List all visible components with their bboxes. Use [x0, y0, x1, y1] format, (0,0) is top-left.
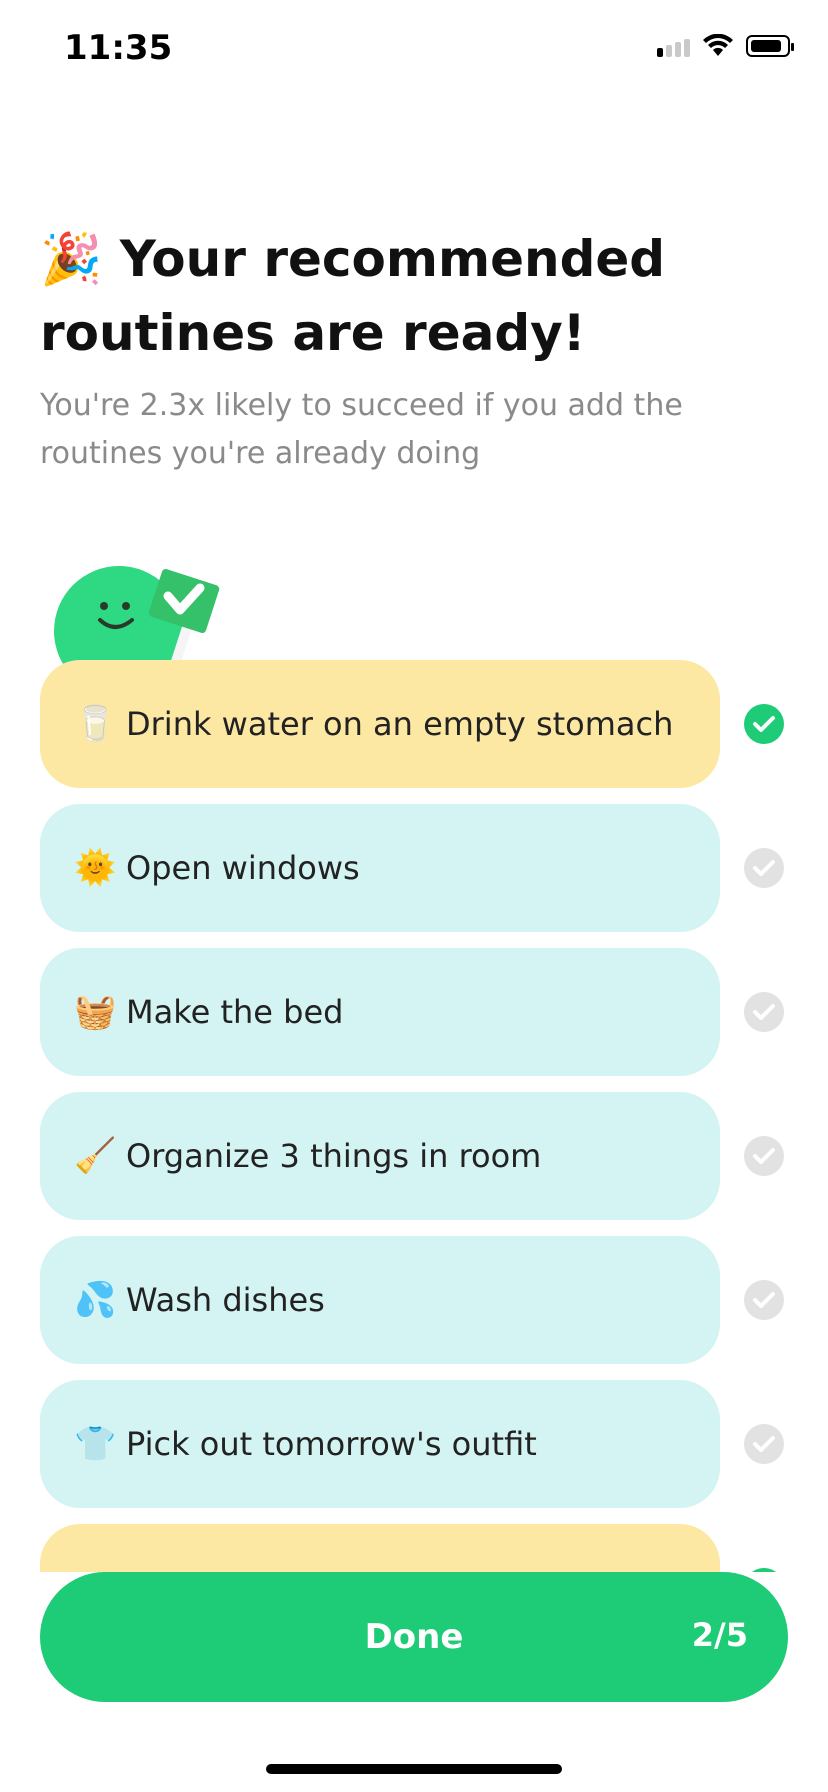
page-subtitle: You're 2.3x likely to succeed if you add…	[40, 388, 683, 471]
check-icon[interactable]	[744, 704, 784, 744]
routine-label: Make the bed	[126, 993, 344, 1031]
routine-row[interactable]: 🧹 Organize 3 things in room	[40, 1092, 828, 1220]
routine-row[interactable]	[40, 1524, 828, 1572]
page-title: 🎉 Your recommended routines are ready!	[40, 222, 760, 370]
check-icon[interactable]	[744, 1424, 784, 1464]
routine-label: Wash dishes	[126, 1281, 325, 1319]
routine-emoji-icon: 👕	[74, 1424, 117, 1464]
done-button[interactable]: Done 2/5	[40, 1572, 788, 1702]
routine-label: Pick out tomorrow's outfit	[126, 1425, 537, 1463]
routine-row[interactable]: 🧺 Make the bed	[40, 948, 828, 1076]
check-icon[interactable]	[744, 992, 784, 1032]
routine-card[interactable]: 🥛 Drink water on an empty stomach	[40, 660, 720, 788]
check-icon[interactable]	[744, 1280, 784, 1320]
routine-label: Open windows	[126, 849, 360, 887]
smiley-mascot-icon	[54, 566, 220, 676]
done-label: Done	[364, 1617, 464, 1657]
check-icon[interactable]	[744, 1136, 784, 1176]
routine-label: Organize 3 things in room	[126, 1137, 542, 1175]
title-text: Your recommended routines are ready!	[40, 230, 666, 362]
routine-label: Drink water on an empty stomach	[126, 705, 674, 743]
battery-icon	[746, 35, 794, 57]
done-progress: 2/5	[691, 1616, 748, 1654]
routine-emoji-icon: 🧺	[74, 992, 117, 1032]
routine-card[interactable]: 👕 Pick out tomorrow's outfit	[40, 1380, 720, 1508]
routine-row[interactable]: 💦 Wash dishes	[40, 1236, 828, 1364]
status-bar: 11:35	[0, 0, 828, 100]
check-icon[interactable]	[744, 1568, 784, 1572]
routine-emoji-icon: 🌞	[74, 848, 117, 888]
routine-row[interactable]: 🌞 Open windows	[40, 804, 828, 932]
check-icon[interactable]	[744, 848, 784, 888]
home-indicator	[266, 1764, 562, 1774]
routine-card[interactable]: 🌞 Open windows	[40, 804, 720, 932]
wifi-icon	[703, 34, 733, 56]
status-time: 11:35	[64, 28, 173, 68]
routine-row[interactable]: 👕 Pick out tomorrow's outfit	[40, 1380, 828, 1508]
status-icons	[657, 34, 794, 58]
routine-card[interactable]: 💦 Wash dishes	[40, 1236, 720, 1364]
routine-card[interactable]	[40, 1524, 720, 1572]
cellular-signal-icon	[657, 35, 690, 57]
routine-emoji-icon: 💦	[74, 1280, 117, 1320]
party-popper-icon: 🎉	[40, 230, 103, 288]
routine-card[interactable]: 🧺 Make the bed	[40, 948, 720, 1076]
routine-list-viewport[interactable]: 🥛 Drink water on an empty stomach 🌞 Open wi…	[0, 660, 828, 1572]
routine-card[interactable]: 🧹 Organize 3 things in room	[40, 1092, 720, 1220]
routine-emoji-icon: 🧹	[74, 1136, 117, 1176]
routine-emoji-icon: 🥛	[74, 704, 117, 744]
routine-row[interactable]: 🥛 Drink water on an empty stomach	[40, 660, 828, 788]
